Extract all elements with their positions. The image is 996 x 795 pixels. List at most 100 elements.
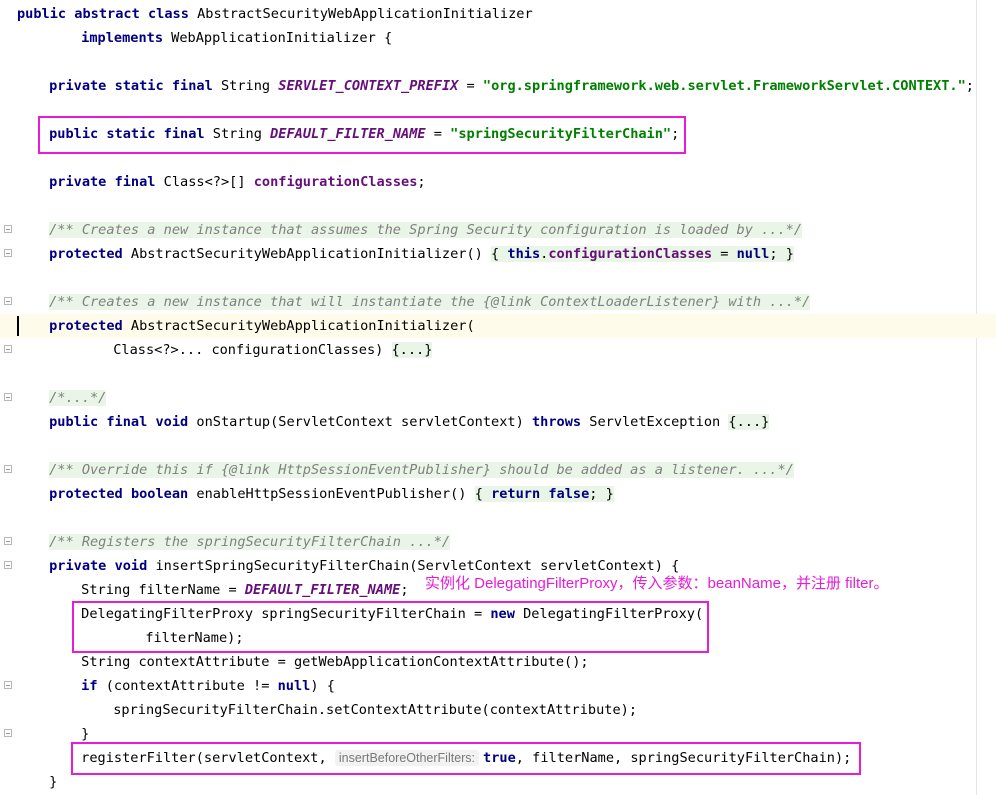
code-text: protected AbstractSecurityWebApplication… (49, 314, 475, 338)
code-token: /** Registers the springSecurityFilterCh… (49, 534, 451, 550)
code-token: DEFAULT_FILTER_NAME (244, 582, 401, 598)
code-text: registerFilter(servletContext, insertBef… (81, 746, 851, 770)
code-token: {...} (391, 342, 433, 358)
fold-toggle-icon[interactable] (4, 393, 12, 401)
code-token: final (106, 414, 148, 430)
code-token: this (507, 246, 541, 262)
code-token: final (171, 78, 213, 94)
code-token: } (49, 774, 58, 790)
code-line[interactable]: public static final String DEFAULT_FILTE… (0, 122, 996, 146)
code-token: static (106, 126, 156, 142)
code-line[interactable]: private final Class<?>[] configurationCl… (0, 170, 996, 194)
parameter-hint: insertBeforeOtherFilters: (334, 750, 480, 766)
code-line[interactable]: } (0, 770, 996, 794)
code-token: ServletException (581, 414, 729, 430)
code-token: abstract (74, 6, 140, 22)
fold-toggle-icon[interactable] (4, 537, 12, 545)
code-editor[interactable]: public abstract class AbstractSecurityWe… (0, 0, 996, 795)
code-text: /** Creates a new instance that will ins… (49, 290, 811, 314)
code-text: /*...*/ (49, 386, 107, 410)
code-token: ; (965, 78, 974, 94)
code-line[interactable]: public final void onStartup(ServletConte… (0, 410, 996, 434)
code-line[interactable]: public abstract class AbstractSecurityWe… (0, 2, 996, 26)
fold-toggle-icon[interactable] (4, 297, 12, 305)
code-line[interactable]: protected AbstractSecurityWebApplication… (0, 242, 996, 266)
code-text: filterName); (145, 626, 243, 650)
code-line[interactable]: } (0, 722, 996, 746)
code-token: private (49, 558, 107, 574)
code-text: protected AbstractSecurityWebApplication… (49, 242, 794, 266)
code-line[interactable]: springSecurityFilterChain.setContextAttr… (0, 698, 996, 722)
code-token: /** Override this if {@link HttpSessionE… (49, 462, 794, 478)
fold-toggle-icon[interactable] (4, 225, 12, 233)
code-token: String (212, 78, 279, 94)
code-token: throws (531, 414, 582, 430)
code-line[interactable]: String contextAttribute = getWebApplicat… (0, 650, 996, 674)
code-token: ; (400, 582, 409, 598)
code-token: configurationClasses (548, 246, 713, 262)
code-line[interactable]: /** Registers the springSecurityFilterCh… (0, 530, 996, 554)
code-token: onStartup(ServletContext servletContext) (188, 414, 532, 430)
code-token: SERVLET_CONTEXT_PREFIX (278, 78, 459, 94)
code-token: public (49, 126, 99, 142)
code-line[interactable]: filterName); (0, 626, 996, 650)
code-token: Class<?>... configurationClasses) (113, 342, 392, 358)
code-token: { (491, 246, 508, 262)
code-token: public (49, 414, 99, 430)
code-line[interactable]: /*...*/ (0, 386, 996, 410)
code-line[interactable]: DelegatingFilterProxy springSecurityFilt… (0, 602, 996, 626)
fold-toggle-icon[interactable] (4, 249, 12, 257)
code-text: String filterName = DEFAULT_FILTER_NAME; (81, 578, 408, 602)
code-token: final (114, 174, 156, 190)
code-token: /** Creates a new instance that will ins… (49, 294, 811, 310)
code-token: "springSecurityFilterChain" (450, 126, 672, 142)
code-line[interactable]: if (contextAttribute != null) { (0, 674, 996, 698)
fold-toggle-icon[interactable] (4, 561, 12, 569)
code-token: AbstractSecurityWebApplicationInitialize… (122, 246, 492, 262)
code-token: ; } (589, 486, 614, 502)
code-token: DelegatingFilterProxy( (514, 606, 704, 622)
code-text: protected boolean enableHttpSessionEvent… (49, 482, 614, 506)
code-token: = (425, 126, 451, 142)
code-text: String contextAttribute = getWebApplicat… (81, 650, 588, 674)
code-token: WebApplicationInitializer { (163, 30, 393, 46)
code-line[interactable]: /** Creates a new instance that will ins… (0, 290, 996, 314)
code-line[interactable]: protected boolean enableHttpSessionEvent… (0, 482, 996, 506)
code-line[interactable]: registerFilter(servletContext, insertBef… (0, 746, 996, 770)
code-token: String (204, 126, 271, 142)
code-token: protected (49, 486, 123, 502)
fold-toggle-icon[interactable] (4, 681, 12, 689)
code-line[interactable]: protected AbstractSecurityWebApplication… (0, 314, 996, 338)
code-text: public final void onStartup(ServletConte… (49, 410, 770, 434)
code-text: /** Creates a new instance that assumes … (49, 218, 803, 242)
code-text: public abstract class AbstractSecurityWe… (17, 2, 533, 26)
code-token: protected (49, 318, 123, 334)
code-text: Class<?>... configurationClasses) {...} (113, 338, 433, 362)
code-text: } (81, 722, 89, 746)
code-line[interactable]: /** Creates a new instance that assumes … (0, 218, 996, 242)
code-token: String contextAttribute = getWebApplicat… (81, 654, 589, 670)
code-line[interactable]: Class<?>... configurationClasses) {...} (0, 338, 996, 362)
code-token: } (81, 726, 90, 742)
code-token: new (490, 606, 515, 622)
code-line[interactable]: private static final String SERVLET_CONT… (0, 74, 996, 98)
code-line[interactable]: /** Override this if {@link HttpSessionE… (0, 458, 996, 482)
code-token: "org.springframework.web.servlet.Framewo… (482, 78, 966, 94)
code-token: protected (49, 246, 123, 262)
code-token: private (49, 174, 107, 190)
code-token: void (155, 414, 189, 430)
code-line[interactable]: implements WebApplicationInitializer { (0, 26, 996, 50)
code-token: /** Creates a new instance that assumes … (49, 222, 803, 238)
code-text: private static final String SERVLET_CONT… (49, 74, 974, 98)
fold-toggle-icon[interactable] (4, 345, 12, 353)
code-token: { (474, 486, 492, 502)
code-text: if (contextAttribute != null) { (81, 674, 335, 698)
fold-toggle-icon[interactable] (4, 729, 12, 737)
fold-toggle-icon[interactable] (4, 465, 12, 473)
code-token: static (114, 78, 164, 94)
code-token: true (483, 750, 516, 766)
